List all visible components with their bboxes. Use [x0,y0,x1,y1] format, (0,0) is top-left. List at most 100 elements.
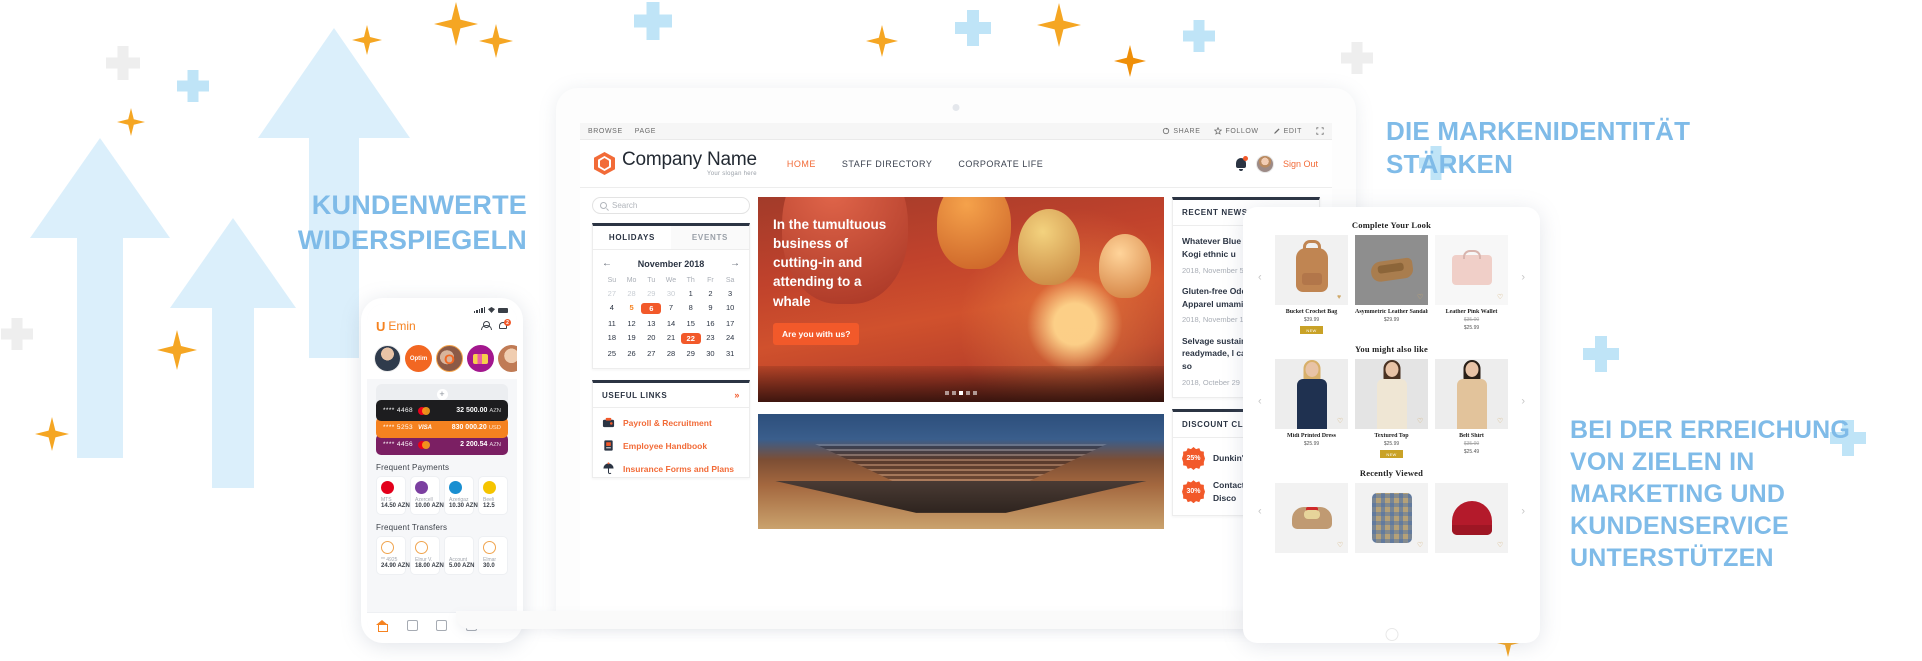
story-avatars-row[interactable]: Optim [367,340,517,379]
avatar[interactable] [1255,154,1274,173]
avatar[interactable] [374,345,401,372]
calendar-day[interactable]: 3 [720,289,740,298]
tablet-home-button[interactable] [1385,628,1398,641]
carousel-dot[interactable] [945,391,949,395]
calendar-day[interactable]: 30 [701,349,721,358]
list-item[interactable]: Elmar 30.0 [478,536,508,575]
calendar-day[interactable]: 24 [720,333,740,344]
home-icon[interactable] [376,619,389,632]
calendar-day-selected[interactable]: 22 [680,333,701,344]
tab-holidays[interactable]: HOLIDAYS [593,226,671,249]
calendar-day[interactable]: 29 [641,289,661,298]
calendar-day[interactable]: 16 [701,319,721,328]
nav-item-corporate-life[interactable]: CORPORATE LIFE [958,159,1043,169]
carousel-dot[interactable] [966,391,970,395]
calendar-day[interactable]: 14 [661,319,681,328]
calendar-day[interactable]: 28 [661,349,681,358]
chevron-double-right-icon[interactable]: » [734,390,740,400]
calendar-day[interactable]: 27 [641,349,661,358]
story-item[interactable]: Optim [405,345,432,372]
calendar-day[interactable]: 18 [602,333,622,344]
arrow-right-icon[interactable]: → [730,258,740,269]
documents-icon[interactable] [436,619,448,631]
chevron-right-icon[interactable]: › [1521,272,1525,284]
calendar-day[interactable]: 17 [720,319,740,328]
list-item[interactable]: Insurance Forms and Plans [593,454,749,477]
carousel-dots[interactable] [945,391,977,395]
heart-icon[interactable]: ♡ [1337,542,1344,549]
product-card[interactable]: ♡ [1435,483,1508,553]
ribbon-tab-page[interactable]: PAGE [635,128,656,135]
list-item[interactable]: Azercell 10.00 AZN [410,476,444,515]
bank-card[interactable]: **** 4468 32 500.00 AZN [376,400,508,421]
hero-cta-button[interactable]: Are you with us? [773,322,860,345]
calendar-day[interactable]: 2 [701,289,721,298]
calendar-day[interactable]: 27 [602,289,622,298]
calendar-day[interactable]: 25 [602,349,622,358]
story-item[interactable] [498,345,517,372]
edit-button[interactable]: EDIT [1273,127,1302,135]
list-item[interactable]: Azerigaz 10.30 AZN [444,476,478,515]
bell-icon[interactable]: 2 [499,319,511,331]
calendar-day[interactable]: 8 [681,303,701,314]
calendar-day[interactable]: 12 [622,319,642,328]
calendar-day[interactable]: 28 [622,289,642,298]
profile-icon[interactable] [481,321,492,331]
calendar-day[interactable]: 4 [602,303,622,314]
list-item[interactable]: Account 5.00 AZN [444,536,474,575]
list-item[interactable]: Beeli 12.5 [478,476,508,515]
list-item[interactable]: Employee Handbook [593,431,749,454]
calendar-day[interactable]: 7 [661,303,681,314]
nav-item-home[interactable]: HOME [787,159,816,169]
arrow-left-icon[interactable]: ← [602,258,612,269]
calendar-day-selected[interactable]: 6 [641,303,662,314]
nav-item-staff-directory[interactable]: STAFF DIRECTORY [842,159,933,169]
calendar-day[interactable]: 15 [681,319,701,328]
calendar-day[interactable]: 11 [602,319,622,328]
product-card[interactable]: ♡ Asymmetric Leather Sandals $29.99 [1355,235,1428,334]
list-item[interactable]: MTS 14.50 AZN [376,476,410,515]
calendar-day[interactable]: 23 [701,333,721,344]
product-card[interactable]: ♡ Belt Shirt $35.99 $25.49 [1435,359,1508,458]
bell-icon[interactable] [1235,155,1248,171]
calendar-day[interactable]: 31 [720,349,740,358]
heart-icon[interactable]: ♡ [1417,542,1424,549]
list-item[interactable]: ** 4925 24.90 AZN [376,536,410,575]
calendar-day[interactable]: 30 [661,289,681,298]
carousel-dot-active[interactable] [959,391,963,395]
carousel-dot[interactable] [973,391,977,395]
heart-icon[interactable]: ♡ [1497,418,1504,425]
chevron-right-icon[interactable]: › [1521,506,1525,517]
chevron-left-icon[interactable]: ‹ [1258,272,1262,284]
product-card[interactable]: ♡ [1355,483,1428,553]
chevron-right-icon[interactable]: › [1521,396,1525,408]
product-card[interactable]: ♡ Midi Printed Dress $25.99 [1275,359,1348,458]
calendar-day[interactable]: 29 [681,349,701,358]
calendar-day[interactable]: 26 [622,349,642,358]
chevron-left-icon[interactable]: ‹ [1258,396,1262,408]
story-item[interactable] [436,345,463,372]
product-card[interactable]: ♡ Textured Top $25.99 NEW [1355,359,1428,458]
follow-button[interactable]: FOLLOW [1214,127,1258,135]
sign-out-link[interactable]: Sign Out [1283,159,1318,169]
heart-icon[interactable]: ♡ [1417,294,1424,301]
search-input[interactable]: Search [592,197,750,214]
list-item[interactable]: Elnur V. 18.00 AZN [410,536,444,575]
ribbon-tab-browse[interactable]: BROWSE [588,128,623,135]
product-card[interactable]: ♥ Bucket Crochet Bag $39.99 NEW [1275,235,1348,334]
tab-events[interactable]: EVENTS [671,226,749,249]
heart-icon[interactable]: ♡ [1417,418,1424,425]
calendar-day[interactable]: 9 [701,303,721,314]
list-item[interactable]: Payroll & Recruitment [593,408,749,431]
calendar-day[interactable]: 20 [641,333,661,344]
calendar-day[interactable]: 10 [720,303,740,314]
calendar-day[interactable]: 13 [641,319,661,328]
share-button[interactable]: SHARE [1162,127,1200,135]
calendar-day[interactable]: 19 [622,333,642,344]
cards-icon[interactable] [406,619,418,631]
calendar-day[interactable]: 1 [681,289,701,298]
carousel-dot[interactable] [952,391,956,395]
focus-button[interactable] [1316,127,1324,135]
heart-icon[interactable]: ♡ [1337,418,1344,425]
calendar-day[interactable]: 21 [661,333,681,344]
